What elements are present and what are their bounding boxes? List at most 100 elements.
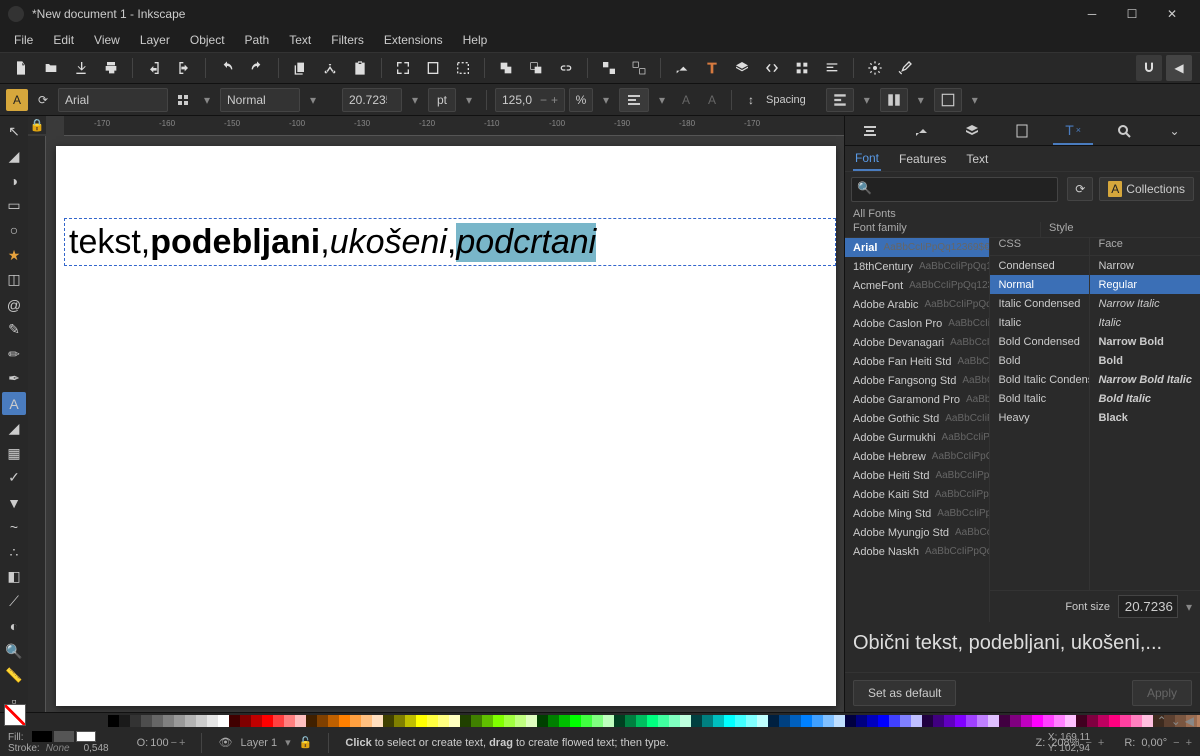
rotate-value[interactable]: 0,00° — [1141, 737, 1167, 749]
text-flow-icon[interactable] — [934, 88, 962, 112]
font-size-unit-dropdown[interactable]: ▾ — [460, 93, 478, 107]
palette-swatch[interactable] — [999, 715, 1010, 727]
font-item[interactable]: 18thCenturyAaBbCcIiPpQq12369$€ — [845, 257, 989, 276]
menu-text[interactable]: Text — [279, 30, 321, 50]
font-item[interactable]: Adobe Kaiti StdAaBbCcIiPpQq12369$€ — [845, 485, 989, 504]
zoom-minus-icon[interactable]: − — [1085, 737, 1091, 749]
col-css[interactable]: CSS — [990, 238, 1090, 255]
font-size-dropdown[interactable]: ▾ — [406, 93, 424, 107]
palette-swatch[interactable] — [185, 715, 196, 727]
tools-icon[interactable] — [892, 55, 918, 81]
menu-help[interactable]: Help — [453, 30, 498, 50]
palette-swatch[interactable] — [328, 715, 339, 727]
palette-swatch[interactable] — [1120, 715, 1131, 727]
palette-swatch[interactable] — [1032, 715, 1043, 727]
palette-swatch[interactable] — [361, 715, 372, 727]
zoom-value[interactable]: 208% — [1051, 737, 1079, 749]
css-item[interactable]: Italic — [990, 313, 1089, 332]
font-search-input[interactable] — [851, 177, 1058, 202]
zoom-page-icon[interactable] — [420, 55, 446, 81]
palette-swatch[interactable] — [218, 715, 229, 727]
dropper-tool-icon[interactable]: ✓ — [2, 467, 26, 490]
cut-icon[interactable] — [317, 55, 343, 81]
font-item[interactable]: ArialAaBbCcIiPpQq12369$€¢?.:/() — [845, 238, 989, 257]
face-item[interactable]: Narrow Bold Italic — [1090, 370, 1200, 389]
palette-swatch[interactable] — [427, 715, 438, 727]
palette-swatch[interactable] — [570, 715, 581, 727]
face-item[interactable]: Narrow Bold — [1090, 332, 1200, 351]
menu-view[interactable]: View — [84, 30, 130, 50]
palette-swatch[interactable] — [922, 715, 933, 727]
palette-swatch[interactable] — [845, 715, 856, 727]
face-item[interactable]: Italic — [1090, 313, 1200, 332]
menu-extensions[interactable]: Extensions — [374, 30, 453, 50]
snap-icon[interactable] — [1136, 55, 1162, 81]
selectors-icon[interactable] — [789, 55, 815, 81]
node-tool-icon[interactable]: ◢ — [2, 145, 26, 168]
palette-swatch[interactable] — [1087, 715, 1098, 727]
align-left-button[interactable] — [619, 88, 649, 112]
palette-swatch[interactable] — [1065, 715, 1076, 727]
zoom-tool-icon[interactable]: 🔍 — [2, 640, 26, 663]
palette-swatch[interactable] — [603, 715, 614, 727]
palette-swatch[interactable] — [746, 715, 757, 727]
palette-swatch[interactable] — [592, 715, 603, 727]
paste-icon[interactable] — [347, 55, 373, 81]
ellipse-tool-icon[interactable]: ○ — [2, 219, 26, 242]
palette-swatch[interactable] — [108, 715, 119, 727]
subtab-features[interactable]: Features — [897, 148, 948, 170]
palette-swatch[interactable] — [768, 715, 779, 727]
font-item[interactable]: Adobe Garamond ProAaBbCcIiPpQq12369$ — [845, 390, 989, 409]
swatch-gray[interactable] — [54, 731, 74, 742]
new-icon[interactable] — [8, 55, 34, 81]
subtab-text[interactable]: Text — [964, 148, 990, 170]
palette-down-icon[interactable]: ⌄ — [1171, 714, 1181, 728]
css-item[interactable]: Bold Italic Condensed — [990, 370, 1089, 389]
palette-swatch[interactable] — [911, 715, 922, 727]
palette-swatch[interactable] — [284, 715, 295, 727]
menu-edit[interactable]: Edit — [43, 30, 84, 50]
palette-swatch[interactable] — [1076, 715, 1087, 727]
palette-swatch[interactable] — [141, 715, 152, 727]
palette-swatch[interactable] — [691, 715, 702, 727]
group-icon[interactable] — [596, 55, 622, 81]
subscript-icon[interactable]: A — [701, 89, 723, 111]
layer-lock-icon[interactable]: 🔓 — [299, 736, 313, 749]
palette-swatch[interactable] — [889, 715, 900, 727]
palette-swatch[interactable] — [669, 715, 680, 727]
swatch-white[interactable] — [76, 731, 96, 742]
writing-mode-1[interactable] — [826, 88, 854, 112]
palette-swatch[interactable] — [944, 715, 955, 727]
layer-visible-icon[interactable]: 👁 — [218, 736, 232, 749]
orientation-1[interactable] — [880, 88, 908, 112]
layer-dropdown-icon[interactable]: ▾ — [285, 736, 291, 749]
palette-swatch[interactable] — [1010, 715, 1021, 727]
pencil-tool-icon[interactable]: ✏ — [2, 343, 26, 366]
text-object[interactable]: tekst, podebljani , ukošeni , podcrtani — [64, 218, 836, 266]
palette-swatch[interactable] — [702, 715, 713, 727]
tab-align-icon[interactable] — [850, 117, 890, 145]
css-item[interactable]: Normal — [990, 275, 1089, 294]
palette-swatch[interactable] — [251, 715, 262, 727]
refresh-fonts-icon[interactable]: ⟳ — [32, 89, 54, 111]
font-item[interactable]: Adobe Fangsong StdAaBbCcIiPpQq12369$ — [845, 371, 989, 390]
star-tool-icon[interactable]: ★ — [2, 244, 26, 267]
spray-tool-icon[interactable]: ∴ — [2, 541, 26, 564]
orientation-dropdown[interactable]: ▾ — [912, 93, 930, 107]
font-item[interactable]: Adobe GurmukhiAaBbCcIiPpQq12369$€¢?./() — [845, 428, 989, 447]
calligraphy-tool-icon[interactable]: ✒ — [2, 368, 26, 391]
collections-button[interactable]: ACollections — [1099, 177, 1194, 201]
font-family-input[interactable] — [59, 93, 149, 107]
subtab-font[interactable]: Font — [853, 147, 881, 171]
gradient-tool-icon[interactable]: ◢ — [2, 417, 26, 440]
export-icon[interactable] — [171, 55, 197, 81]
fill-none-icon[interactable] — [4, 704, 26, 726]
font-item[interactable]: Adobe Caslon ProAaBbCcIiPpQq12369$€¢ — [845, 314, 989, 333]
palette-swatch[interactable] — [1043, 715, 1054, 727]
eraser-tool-icon[interactable]: ◧ — [2, 566, 26, 589]
3dbox-tool-icon[interactable]: ◫ — [2, 269, 26, 292]
palette-swatch[interactable] — [493, 715, 504, 727]
palette-swatch[interactable] — [856, 715, 867, 727]
ruler-lock-icon[interactable]: 🔒 — [28, 116, 46, 134]
css-item[interactable]: Bold Condensed — [990, 332, 1089, 351]
